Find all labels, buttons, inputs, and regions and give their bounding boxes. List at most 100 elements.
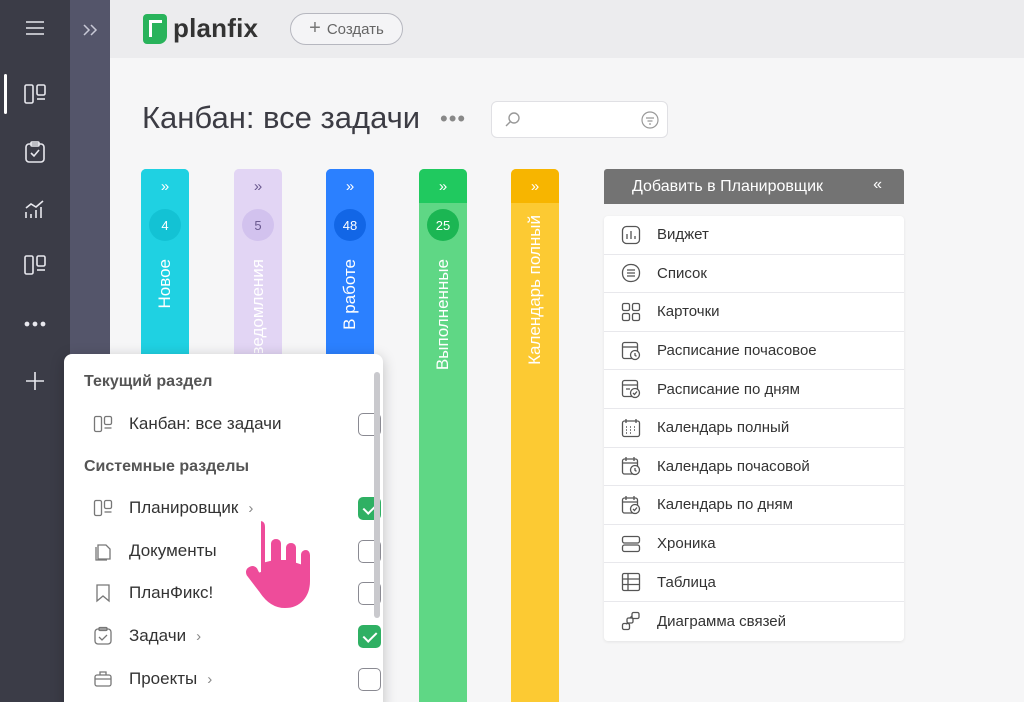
cards-icon: [620, 301, 642, 323]
create-button-label: Создать: [326, 20, 384, 38]
search-icon: [504, 111, 522, 134]
planner-view-list-item[interactable]: Список: [604, 255, 904, 294]
popup-item-projects[interactable]: Проекты ›: [92, 664, 381, 694]
planner-add-header[interactable]: Добавить в Планировщик «: [604, 169, 904, 204]
planner-view-calendar-full[interactable]: Календарь полный: [604, 409, 904, 448]
planner-icon[interactable]: [0, 243, 70, 287]
planner-view-label: Диаграмма связей: [657, 612, 787, 630]
popup-item-planfix[interactable]: ПланФикс!: [92, 578, 381, 608]
planner-view-label: Расписание по дням: [657, 380, 800, 398]
column-count-badge: 25: [427, 209, 459, 241]
column-count-badge: 4: [149, 209, 181, 241]
create-button[interactable]: + Создать: [290, 13, 403, 45]
sections-popup: Текущий раздел Канбан: все задачи Систем…: [64, 354, 383, 702]
column-label-text: Новое: [155, 259, 174, 309]
planner-icon[interactable]: [0, 72, 70, 116]
plus-icon: +: [309, 16, 321, 39]
planner-view-diagram[interactable]: Диаграмма связей: [604, 602, 904, 641]
chevron-right-icon[interactable]: ›: [196, 628, 201, 645]
popup-item-kanban[interactable]: Канбан: все задачи: [92, 409, 381, 439]
planner-view-label: Виджет: [657, 226, 709, 244]
column-count-badge: 5: [242, 209, 274, 241]
kanban-column-calendar-full[interactable]: » Календарь полный: [511, 169, 559, 702]
main-sidebar: [0, 0, 70, 702]
search-field[interactable]: [491, 101, 668, 138]
column-label: В работе: [326, 259, 374, 330]
planner-view-table[interactable]: Таблица: [604, 563, 904, 602]
planner-add-title: Добавить в Планировщик: [632, 177, 824, 195]
planner-view-label: Карточки: [657, 303, 720, 321]
planner-view-schedule-hourly[interactable]: Расписание почасовое: [604, 332, 904, 371]
projects-icon: [92, 668, 114, 690]
tasks-icon: [92, 625, 114, 647]
planner-view-label: Календарь полный: [657, 419, 790, 437]
planner-icon: [92, 497, 114, 519]
calendar-full-icon: [620, 417, 642, 439]
plus-icon[interactable]: [0, 359, 70, 403]
column-label: Выполненные: [419, 259, 467, 370]
planner-view-schedule-daily[interactable]: Расписание по дням: [604, 370, 904, 409]
chevron-right-icon[interactable]: ›: [207, 671, 212, 688]
planner-view-widget[interactable]: Виджет: [604, 216, 904, 255]
analytics-icon[interactable]: [0, 187, 70, 231]
chevron-right-icon[interactable]: ›: [248, 500, 253, 517]
list-icon: [620, 262, 642, 284]
expand-column-icon[interactable]: »: [511, 169, 559, 203]
planner-view-chronicle[interactable]: Хроника: [604, 525, 904, 564]
expand-column-icon[interactable]: »: [326, 169, 374, 203]
popup-item-planner[interactable]: Планировщик ›: [92, 493, 381, 523]
popup-item-label: Задачи: [129, 626, 187, 645]
expand-column-icon[interactable]: »: [419, 169, 467, 203]
column-label: Календарь полный: [511, 215, 559, 365]
popup-item-label: Проекты: [129, 669, 198, 688]
projects-checkbox[interactable]: [358, 668, 381, 691]
popup-item-documents[interactable]: Документы: [92, 536, 381, 566]
column-label-text: В работе: [340, 259, 359, 330]
planner-icon: [92, 413, 114, 435]
planner-view-label: Календарь по дням: [657, 496, 793, 514]
column-label-text: Выполненные: [433, 259, 452, 371]
more-icon[interactable]: [0, 302, 70, 346]
expand-sidebar-icon[interactable]: [70, 10, 110, 50]
planner-view-label: Расписание почасовое: [657, 342, 817, 360]
logo-icon: [143, 13, 167, 44]
planner-view-label: Календарь почасовой: [657, 457, 810, 475]
planner-view-label: Список: [657, 264, 707, 282]
planner-view-calendar-hourly[interactable]: Календарь почасовой: [604, 448, 904, 487]
popup-item-label: Планировщик: [129, 498, 239, 517]
column-label-text: Календарь полный: [525, 215, 544, 365]
expand-column-icon[interactable]: »: [234, 169, 282, 203]
bookmark-icon: [92, 582, 114, 604]
diagram-icon: [620, 610, 642, 632]
logo-text: planfix: [173, 13, 259, 43]
tasks-checkbox[interactable]: [358, 625, 381, 648]
column-label: Новое: [141, 259, 189, 308]
page-title: Канбан: все задачи: [142, 100, 421, 135]
planner-view-calendar-daily[interactable]: Календарь по дням: [604, 486, 904, 525]
expand-column-icon[interactable]: »: [141, 169, 189, 203]
pointer-hand-icon: [242, 516, 314, 617]
column-label: Уведомления: [234, 259, 282, 353]
menu-icon[interactable]: [0, 6, 70, 50]
calendar-daily-icon: [620, 494, 642, 516]
popup-item-label: Канбан: все задачи: [129, 414, 282, 433]
tasks-icon[interactable]: [0, 130, 70, 174]
planner-view-label: Хроника: [657, 535, 716, 553]
kanban-column-done[interactable]: » 25 Выполненные: [419, 169, 467, 702]
top-bar: planfix + Создать: [110, 0, 1024, 58]
schedule-hourly-icon: [620, 340, 642, 362]
filter-icon[interactable]: [641, 111, 659, 134]
title-menu-icon[interactable]: •••: [440, 106, 466, 132]
popup-item-label: ПланФикс!: [129, 583, 214, 602]
chronicle-icon: [620, 533, 642, 555]
popup-item-tasks[interactable]: Задачи ›: [92, 621, 381, 651]
collapse-panel-icon[interactable]: «: [873, 176, 882, 194]
widget-icon: [620, 224, 642, 246]
planner-view-cards[interactable]: Карточки: [604, 293, 904, 332]
popup-scrollbar[interactable]: [374, 372, 380, 618]
column-label-text: Уведомления: [248, 259, 267, 353]
planner-view-label: Таблица: [657, 573, 716, 591]
planfix-logo[interactable]: planfix: [143, 13, 258, 44]
calendar-hourly-icon: [620, 455, 642, 477]
column-count-badge: 48: [334, 209, 366, 241]
